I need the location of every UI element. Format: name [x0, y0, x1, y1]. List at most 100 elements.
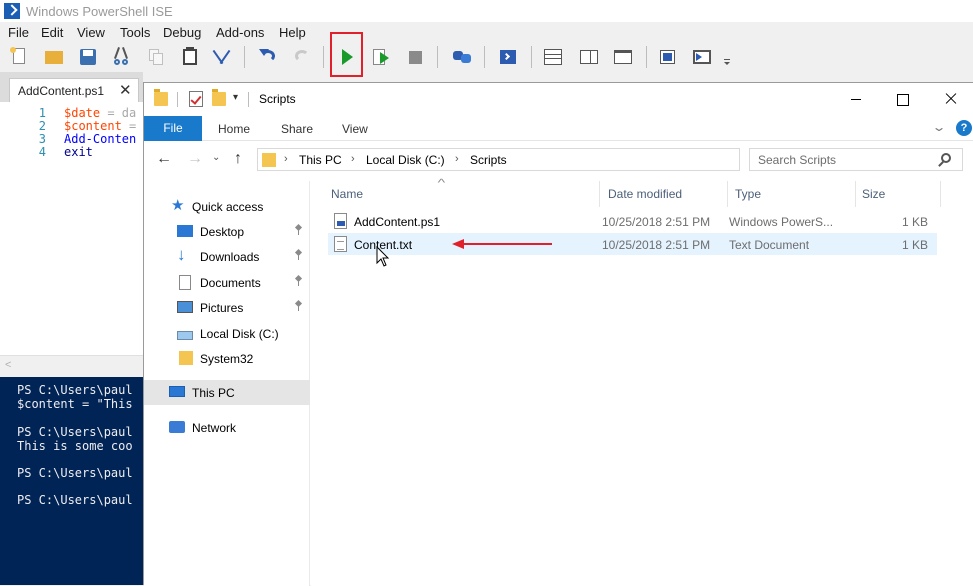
tab-share[interactable]: Share: [281, 122, 313, 136]
tab-addcontent-ps1[interactable]: AddContent.ps1 ✕: [9, 78, 139, 102]
show-script-maximized-icon[interactable]: [613, 47, 633, 67]
annotation-arrow-head: [452, 239, 464, 249]
script-editor[interactable]: 1 $date = da 2 $content = 3 Add-Conten 4…: [0, 102, 143, 355]
console-pane[interactable]: PS C:\Users\paul $content = "This PS C:\…: [0, 377, 143, 585]
code-variable: $date: [64, 106, 101, 120]
nav-pictures[interactable]: Pictures: [144, 295, 310, 320]
ribbon-tabs: File Home Share View ⌄ ?: [144, 115, 973, 141]
console-line: This is some coo: [17, 439, 133, 453]
toolbar-separator: [531, 46, 532, 68]
new-folder-icon[interactable]: [212, 89, 226, 106]
breadcrumb-this-pc[interactable]: This PC: [299, 153, 342, 167]
open-folder-icon[interactable]: [44, 47, 64, 67]
nav-label: Desktop: [200, 225, 245, 239]
file-row-addcontent[interactable]: AddContent.ps1 10/25/2018 2:51 PM Window…: [328, 210, 937, 232]
nav-downloads[interactable]: ↓ Downloads: [144, 244, 310, 269]
up-arrow-icon[interactable]: ↑: [234, 150, 242, 168]
close-button[interactable]: [928, 83, 973, 115]
menu-help[interactable]: Help: [279, 25, 306, 40]
column-type[interactable]: Type: [735, 187, 761, 201]
help-icon[interactable]: ?: [956, 120, 972, 136]
text-document-icon: [334, 236, 347, 252]
remote-powershell-icon[interactable]: [452, 47, 472, 67]
search-input[interactable]: Search Scripts: [749, 148, 963, 171]
menu-edit[interactable]: Edit: [41, 25, 63, 40]
maximize-button[interactable]: [879, 83, 925, 115]
pin-icon[interactable]: [295, 225, 303, 235]
tab-home[interactable]: Home: [218, 122, 250, 136]
breadcrumb-chevron-icon[interactable]: ›: [284, 153, 288, 165]
show-command-icon[interactable]: [658, 47, 678, 67]
nav-network[interactable]: Network: [144, 415, 310, 440]
cut-icon[interactable]: [112, 47, 132, 67]
quick-access-separator: [177, 92, 178, 107]
search-placeholder: Search Scripts: [758, 153, 837, 167]
column-divider[interactable]: [940, 181, 941, 207]
nav-label: Network: [192, 421, 237, 435]
pin-icon[interactable]: [295, 276, 303, 286]
show-script-right-icon[interactable]: [579, 47, 599, 67]
toolbar-overflow-icon[interactable]: [722, 47, 732, 67]
breadcrumb-local-disk[interactable]: Local Disk (C:): [366, 153, 445, 167]
menu-view[interactable]: View: [77, 25, 105, 40]
paste-icon[interactable]: [180, 47, 200, 67]
code-text: = da: [100, 106, 137, 120]
menu-add-ons[interactable]: Add-ons: [216, 25, 264, 40]
undo-icon[interactable]: [258, 47, 278, 67]
editor-horizontal-scrollbar[interactable]: <: [0, 355, 143, 377]
ise-menu-bar: File Edit View Tools Debug Add-ons Help: [0, 22, 973, 42]
nav-local-disk[interactable]: Local Disk (C:): [144, 321, 310, 346]
menu-debug[interactable]: Debug: [163, 25, 201, 40]
toolbar-separator: [437, 46, 438, 68]
column-size[interactable]: Size: [862, 187, 885, 201]
scroll-left-icon[interactable]: <: [5, 359, 11, 371]
file-row-content-txt[interactable]: Content.txt 10/25/2018 2:51 PM Text Docu…: [328, 233, 937, 255]
copy-icon[interactable]: [146, 47, 166, 67]
column-divider[interactable]: [599, 181, 600, 207]
start-powershell-icon[interactable]: [498, 47, 518, 67]
column-divider[interactable]: [727, 181, 728, 207]
nav-system32[interactable]: System32: [144, 346, 310, 371]
nav-desktop[interactable]: Desktop: [144, 219, 310, 244]
breadcrumb-chevron-icon[interactable]: ›: [455, 153, 459, 165]
nav-quick-access[interactable]: ★ Quick access: [144, 194, 310, 219]
minimize-button[interactable]: [833, 83, 879, 115]
menu-tools[interactable]: Tools: [120, 25, 150, 40]
pin-icon[interactable]: [295, 250, 303, 260]
nav-documents[interactable]: Documents: [144, 270, 310, 295]
file-type: Windows PowerS...: [729, 215, 834, 229]
search-icon: [941, 153, 951, 163]
folder-icon: [262, 153, 276, 167]
show-command-addon-icon[interactable]: [692, 47, 712, 67]
column-date-modified[interactable]: Date modified: [608, 187, 682, 201]
address-bar[interactable]: › This PC › Local Disk (C:) › Scripts ⌄ …: [257, 148, 844, 171]
save-icon[interactable]: [78, 47, 98, 67]
tab-file[interactable]: File: [144, 116, 202, 141]
tab-view[interactable]: View: [342, 122, 368, 136]
column-name[interactable]: Name: [331, 187, 363, 201]
forward-arrow-icon[interactable]: →: [187, 150, 203, 168]
show-script-top-icon[interactable]: [543, 47, 563, 67]
customize-quick-access-icon[interactable]: ▾: [233, 92, 238, 103]
navigation-pane: ★ Quick access Desktop ↓ Downloads Docum…: [144, 181, 310, 586]
breadcrumb-chevron-icon[interactable]: ›: [351, 153, 355, 165]
nav-this-pc[interactable]: This PC: [144, 380, 310, 405]
ise-toolbar: [0, 42, 973, 72]
column-divider[interactable]: [855, 181, 856, 207]
stop-icon[interactable]: [405, 47, 425, 67]
menu-file[interactable]: File: [8, 25, 29, 40]
pin-icon[interactable]: [295, 301, 303, 311]
close-tab-icon[interactable]: ✕: [119, 81, 132, 99]
run-selection-icon[interactable]: [371, 47, 391, 67]
back-arrow-icon[interactable]: ←: [156, 150, 172, 168]
breadcrumb-scripts[interactable]: Scripts: [470, 153, 507, 167]
properties-icon[interactable]: [189, 91, 203, 107]
toolbar-separator: [323, 46, 324, 68]
new-file-icon[interactable]: [10, 47, 30, 67]
clear-console-icon[interactable]: [212, 47, 234, 67]
toolbar-separator: [244, 46, 245, 68]
recent-locations-icon[interactable]: ⌄: [212, 152, 220, 163]
console-line: $content = "This: [17, 397, 133, 411]
expand-ribbon-icon[interactable]: ⌄: [931, 120, 946, 134]
redo-icon[interactable]: [292, 47, 312, 67]
